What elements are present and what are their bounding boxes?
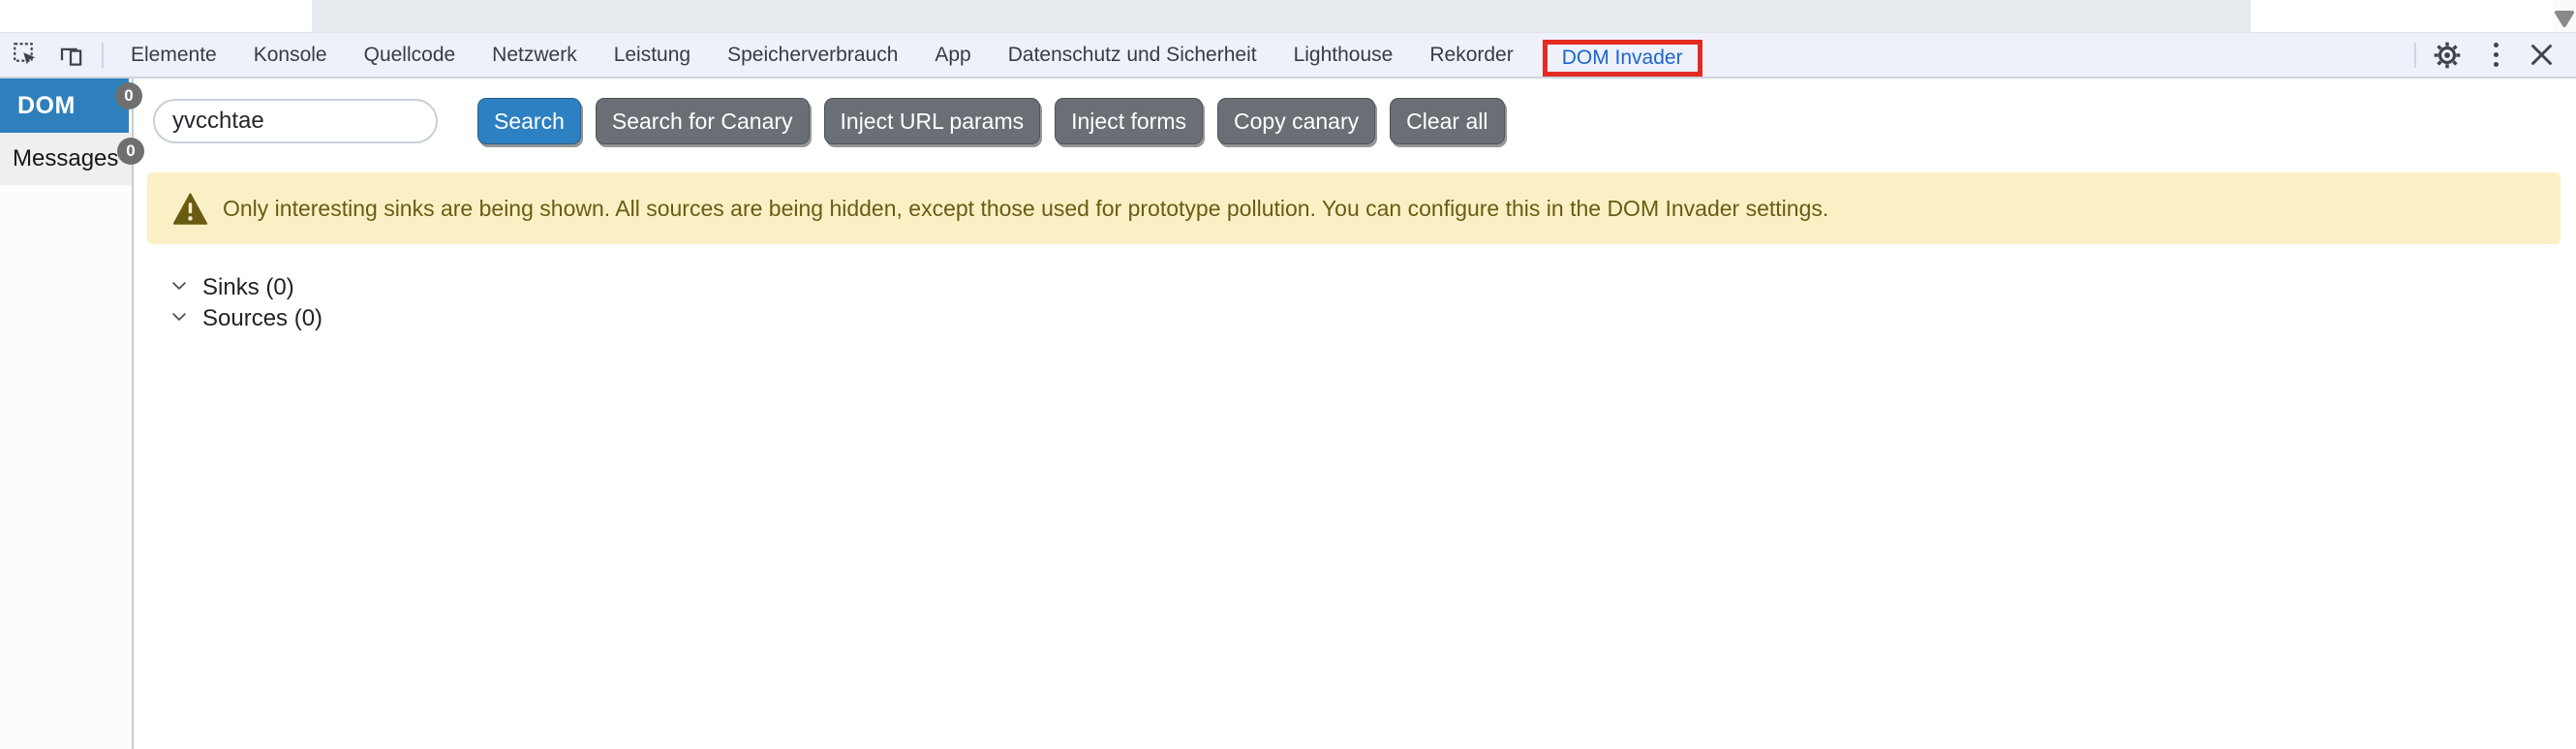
tab-dom-invader[interactable]: DOM Invader: [1562, 47, 1683, 70]
canary-search-input[interactable]: [153, 99, 438, 143]
toolbar-divider: [2414, 42, 2416, 68]
tab-speicherverbrauch[interactable]: Speicherverbrauch: [709, 33, 916, 77]
sinks-section-label: Sinks (0): [202, 274, 294, 300]
results-sections: Sinks (0) Sources (0): [169, 272, 322, 334]
sidebar-item-messages[interactable]: Messages: [0, 133, 132, 185]
more-options-kebab-icon[interactable]: [2492, 42, 2499, 69]
devtools-window: Elemente Konsole Quellcode Netzwerk Leis…: [0, 0, 2576, 749]
tab-lighthouse[interactable]: Lighthouse: [1275, 33, 1412, 77]
sidebar-item-dom-label: DOM: [17, 91, 76, 119]
top-strip-block: [312, 0, 2251, 32]
tab-dom-invader-highlight[interactable]: DOM Invader: [1542, 40, 1702, 77]
dom-invader-sidebar: DOM Messages 0 0: [0, 78, 144, 749]
settings-gear-icon[interactable]: [2432, 40, 2463, 71]
devtools-toolbar: Elemente Konsole Quellcode Netzwerk Leis…: [0, 32, 2576, 78]
sources-section-header[interactable]: Sources (0): [169, 303, 322, 334]
close-icon[interactable]: [2529, 42, 2555, 68]
tab-elemente[interactable]: Elemente: [112, 33, 235, 77]
tab-app[interactable]: App: [916, 33, 989, 77]
messages-count-badge: 0: [117, 138, 144, 165]
sidebar-item-dom[interactable]: DOM: [0, 78, 129, 133]
copy-canary-button[interactable]: Copy canary: [1217, 98, 1376, 144]
panel-tabs: Elemente Konsole Quellcode Netzwerk Leis…: [112, 33, 1532, 77]
tab-datenschutz-und-sicherheit[interactable]: Datenschutz und Sicherheit: [990, 33, 1275, 77]
inspect-element-icon[interactable]: [13, 42, 39, 68]
search-button[interactable]: Search: [477, 98, 581, 144]
tab-leistung[interactable]: Leistung: [596, 33, 709, 77]
chevron-down-icon: [169, 276, 189, 300]
chevron-down-icon: [169, 307, 189, 331]
dom-count-badge: 0: [115, 82, 142, 109]
inject-url-params-button[interactable]: Inject URL params: [823, 98, 1041, 144]
action-buttons: Search Search for Canary Inject URL para…: [477, 98, 1505, 144]
tab-quellcode[interactable]: Quellcode: [346, 33, 475, 77]
toggle-device-toolbar-icon[interactable]: [57, 42, 84, 68]
dropdown-arrow-icon: [2554, 10, 2575, 33]
sources-section-label: Sources (0): [202, 305, 323, 331]
clear-all-button[interactable]: Clear all: [1390, 98, 1505, 144]
search-for-canary-button[interactable]: Search for Canary: [595, 98, 810, 144]
warning-banner: Only interesting sinks are being shown. …: [147, 172, 2561, 244]
tab-rekorder[interactable]: Rekorder: [1411, 33, 1531, 77]
tab-konsole[interactable]: Konsole: [235, 33, 346, 77]
sidebar-item-messages-label: Messages: [13, 145, 119, 172]
warning-banner-text: Only interesting sinks are being shown. …: [223, 195, 1829, 221]
warning-triangle-icon: [172, 192, 208, 225]
sinks-section-header[interactable]: Sinks (0): [169, 272, 322, 303]
inject-forms-button[interactable]: Inject forms: [1055, 98, 1203, 144]
top-strip: [0, 0, 2576, 32]
tab-netzwerk[interactable]: Netzwerk: [474, 33, 596, 77]
toolbar-divider: [102, 42, 104, 68]
